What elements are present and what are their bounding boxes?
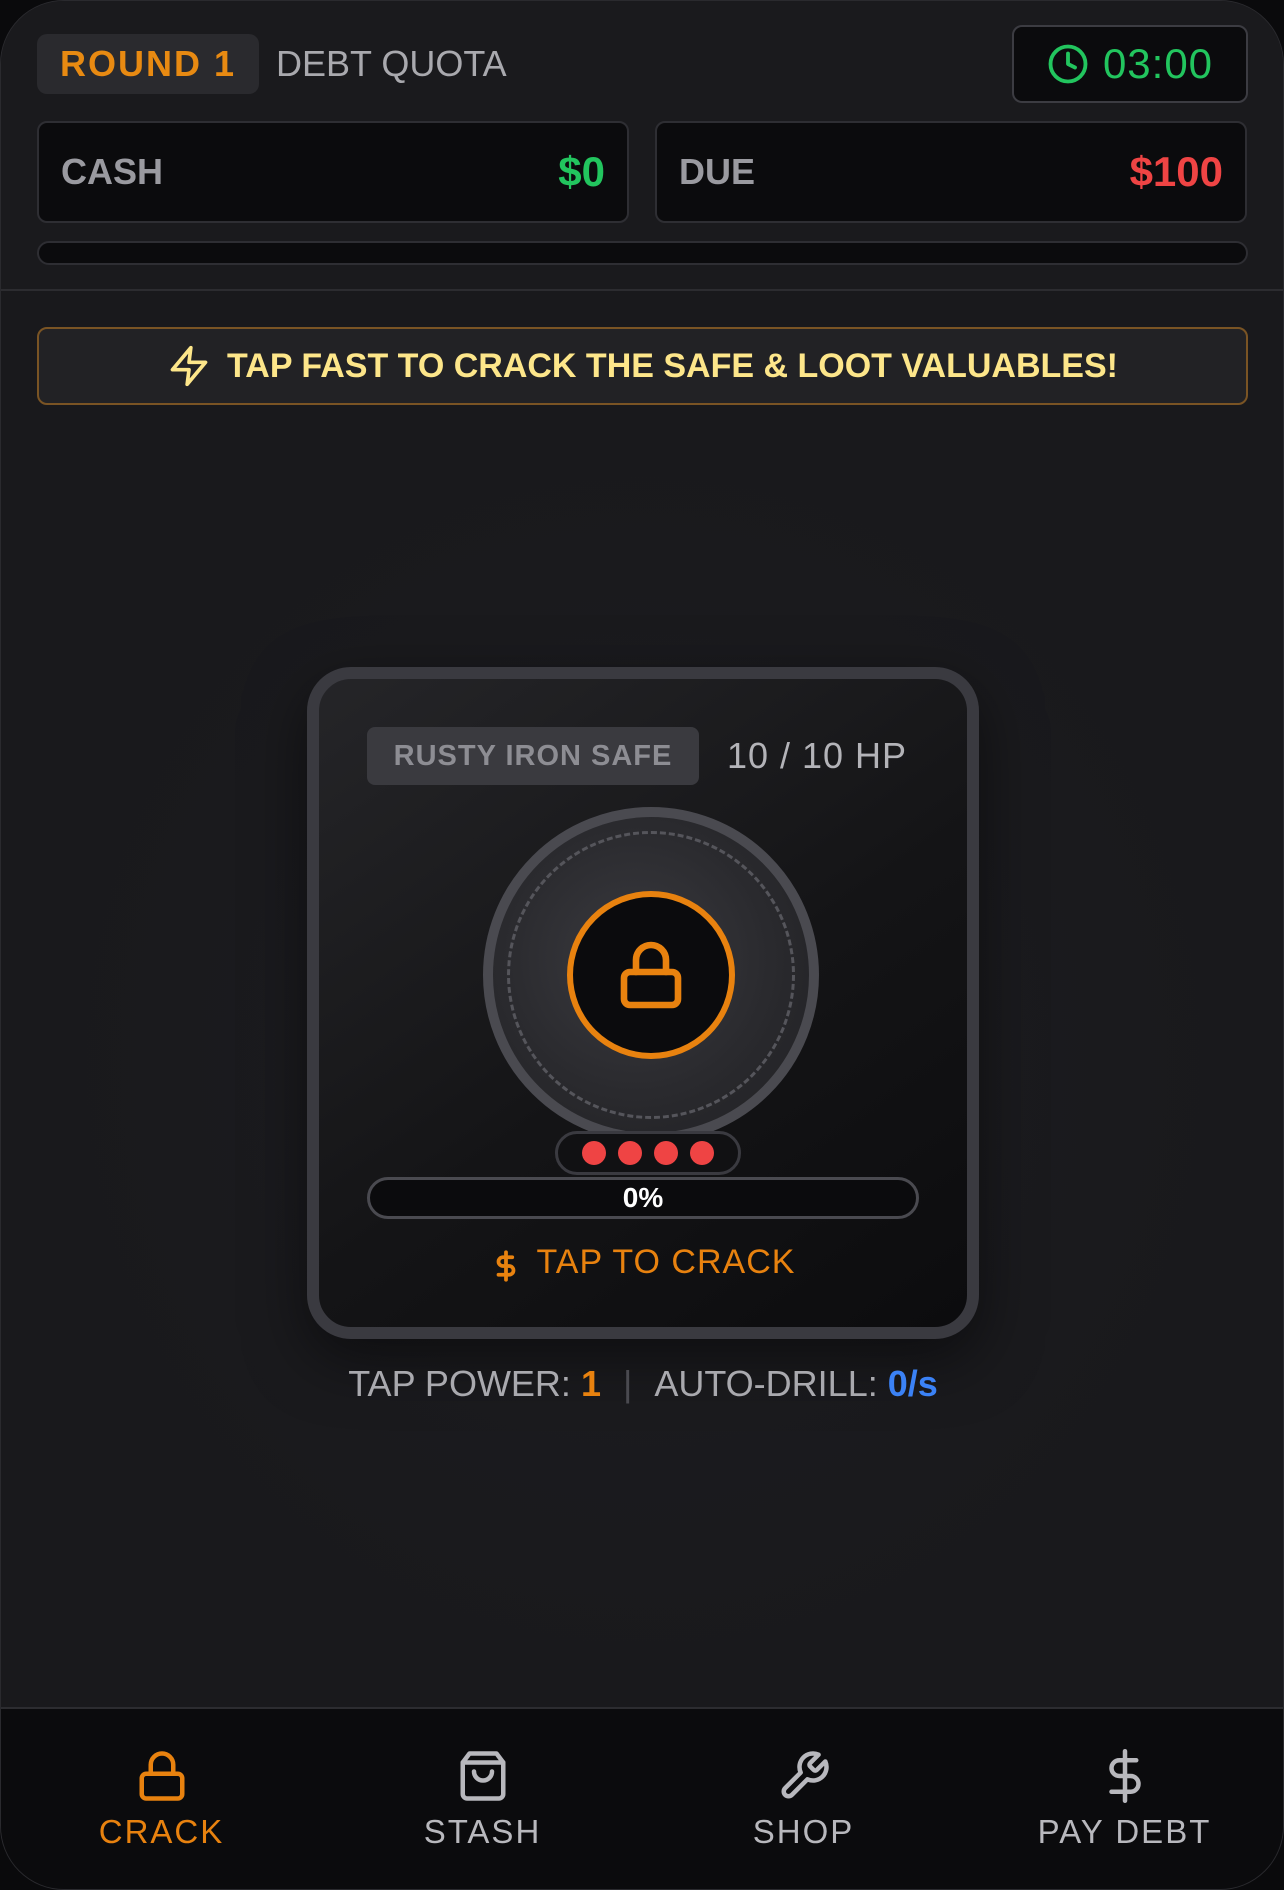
nav-shop[interactable]: SHOP <box>643 1709 964 1889</box>
nav-stash-label: STASH <box>423 1813 542 1850</box>
tap-hint-text: TAP TO CRACK <box>536 1242 796 1281</box>
tap-power-label: TAP POWER: <box>348 1363 581 1404</box>
tap-power-value: 1 <box>580 1363 601 1404</box>
safe-card[interactable]: RUSTY IRON SAFE 10 / 10 HP 0% TAP TO CRA… <box>307 667 979 1339</box>
clock-icon <box>1048 44 1088 84</box>
bag-icon <box>460 1751 505 1801</box>
cash-value: $0 <box>558 148 605 195</box>
instruction-banner: TAP FAST TO CRACK THE SAFE & LOOT VALUAB… <box>37 327 1248 405</box>
safe-dial[interactable] <box>483 807 819 1143</box>
timer: 03:00 <box>1012 25 1248 103</box>
cash-label: CASH <box>61 151 164 192</box>
lock-pins <box>555 1131 741 1175</box>
timer-value: 03:00 <box>1102 40 1214 87</box>
wrench-icon <box>781 1751 829 1799</box>
nav-crack-label: CRACK <box>98 1813 225 1850</box>
due-value: $100 <box>1129 148 1223 195</box>
auto-drill-value: 0/s <box>887 1363 938 1404</box>
nav-pay-debt[interactable]: PAY DEBT <box>964 1709 1283 1889</box>
nav-stash[interactable]: STASH <box>322 1709 643 1889</box>
lock-pin <box>654 1141 678 1165</box>
due-label: DUE <box>679 151 756 192</box>
banner-text: TAP FAST TO CRACK THE SAFE & LOOT VALUAB… <box>227 346 1118 385</box>
lock-icon <box>139 1751 184 1801</box>
quota-progress-bar <box>37 241 1248 265</box>
power-stats: TAP POWER: 1 | AUTO-DRILL: 0/s <box>1 1363 1283 1405</box>
nav-shop-label: SHOP <box>752 1813 855 1850</box>
crack-progress-label: 0% <box>622 1182 664 1213</box>
crack-progress-bar: 0% <box>367 1177 919 1219</box>
round-badge: ROUND 1 <box>37 34 259 94</box>
lock-icon <box>620 941 682 1009</box>
due-panel: DUE $100 <box>655 121 1247 223</box>
safe-hp: 10 / 10 HP <box>726 735 908 776</box>
round-subtitle: DEBT QUOTA <box>276 43 507 84</box>
tap-hint: TAP TO CRACK <box>319 1239 967 1285</box>
nav-pay-debt-label: PAY DEBT <box>1037 1813 1212 1850</box>
header: ROUND 1 DEBT QUOTA 03:00 CASH $0 DUE $10… <box>1 1 1283 291</box>
auto-drill-label: AUTO-DRILL: <box>654 1363 888 1404</box>
bottom-nav: CRACK STASH SHOP PAY DEBT <box>1 1707 1283 1889</box>
nav-crack[interactable]: CRACK <box>1 1709 322 1889</box>
stats-separator: | <box>622 1363 633 1404</box>
lock-pin <box>618 1141 642 1165</box>
dollar-icon <box>1108 1749 1141 1803</box>
dial-core <box>567 891 735 1059</box>
safe-name-badge: RUSTY IRON SAFE <box>367 727 699 785</box>
dollar-icon <box>496 1250 515 1282</box>
game-screen: ROUND 1 DEBT QUOTA 03:00 CASH $0 DUE $10… <box>0 0 1284 1890</box>
lightning-icon <box>170 345 208 387</box>
lock-pin <box>582 1141 606 1165</box>
lock-pin <box>690 1141 714 1165</box>
cash-panel: CASH $0 <box>37 121 629 223</box>
